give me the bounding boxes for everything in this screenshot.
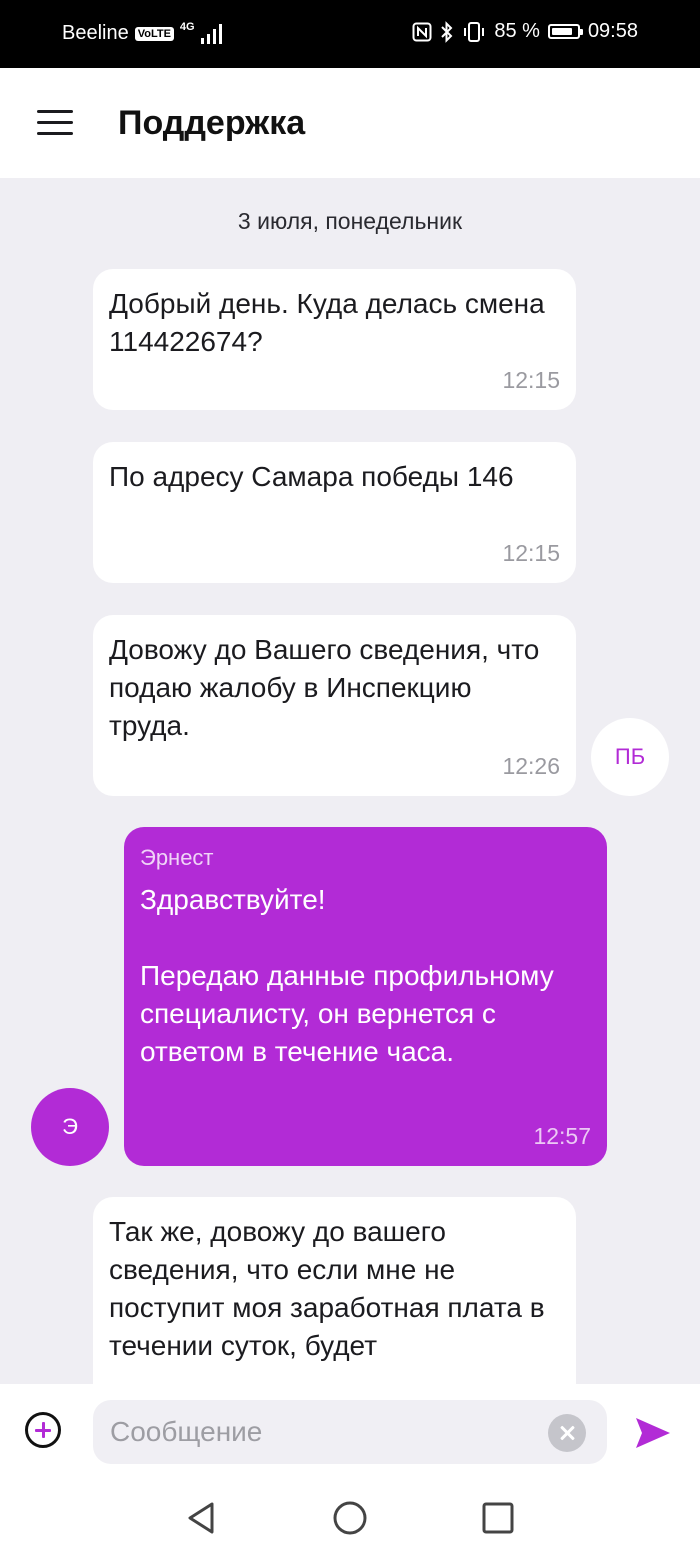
clear-circle-icon[interactable] [548,1414,586,1452]
message-time: 12:57 [533,1123,591,1149]
battery-fill [551,28,573,35]
chat-area[interactable]: 3 июля, понедельник Добрый день. Куда де… [0,178,700,1384]
network-type: 4G [179,20,195,33]
clock: 09:58 [587,20,638,42]
message-time: 12:26 [502,753,560,779]
message-bubble[interactable]: Добрый день. Куда делась смена 114422674… [93,269,576,410]
date-separator: 3 июля, понедельник [237,208,463,234]
triangle-back-icon[interactable] [181,1498,221,1538]
message-text: Так же, довожу до вашего сведения, что е… [109,1216,545,1361]
message-bubble[interactable]: Довожу до Вашего сведения, что подаю жал… [93,615,576,796]
message-text: Здравствуйте! Передаю данные профильному… [140,884,554,1067]
message-text: По адресу Самара победы 146 [109,461,514,492]
carrier-name: Beeline [62,22,129,44]
status-bar-right: 85 % 09:58 [412,20,638,43]
page-title: Поддержка [118,104,306,142]
message-input[interactable] [93,1400,607,1464]
message-time: 12:15 [502,367,560,393]
square-recents-icon[interactable] [478,1498,518,1538]
status-bar: Beeline VoLTE 4G 85 % 09:58 [0,0,700,68]
nfc-icon [412,22,432,41]
message-sender: Эрнест [140,845,214,870]
battery-icon [547,24,583,39]
send-icon[interactable] [633,1413,673,1453]
status-bar-left: Beeline VoLTE 4G [62,20,223,45]
message-time: 12:15 [502,540,560,566]
system-nav-bar [0,1482,700,1556]
message-bubble[interactable]: По адресу Самара победы 146 12:15 [93,442,576,583]
volte-badge: VoLTE [134,26,174,41]
message-text: Довожу до Вашего сведения, что подаю жал… [109,634,540,741]
message-text: Добрый день. Куда делась смена 114422674… [109,288,545,357]
app-header: Поддержка [0,68,700,178]
circle-home-icon[interactable] [330,1498,370,1538]
message-bubble[interactable]: Так же, довожу до вашего сведения, что е… [93,1197,576,1384]
hamburger-menu-icon[interactable] [37,110,73,136]
battery-percent: 85 % [494,20,540,42]
message-composer [0,1384,700,1482]
agent-message-bubble[interactable]: Эрнест Здравствуйте! Передаю данные проф… [124,827,607,1166]
add-circle-icon[interactable] [25,1412,61,1448]
agent-avatar[interactable]: Э [31,1088,109,1166]
bluetooth-icon [441,20,453,43]
user-avatar[interactable]: ПБ [591,718,669,796]
signal-icon [200,23,222,44]
vibrate-icon [464,21,485,42]
